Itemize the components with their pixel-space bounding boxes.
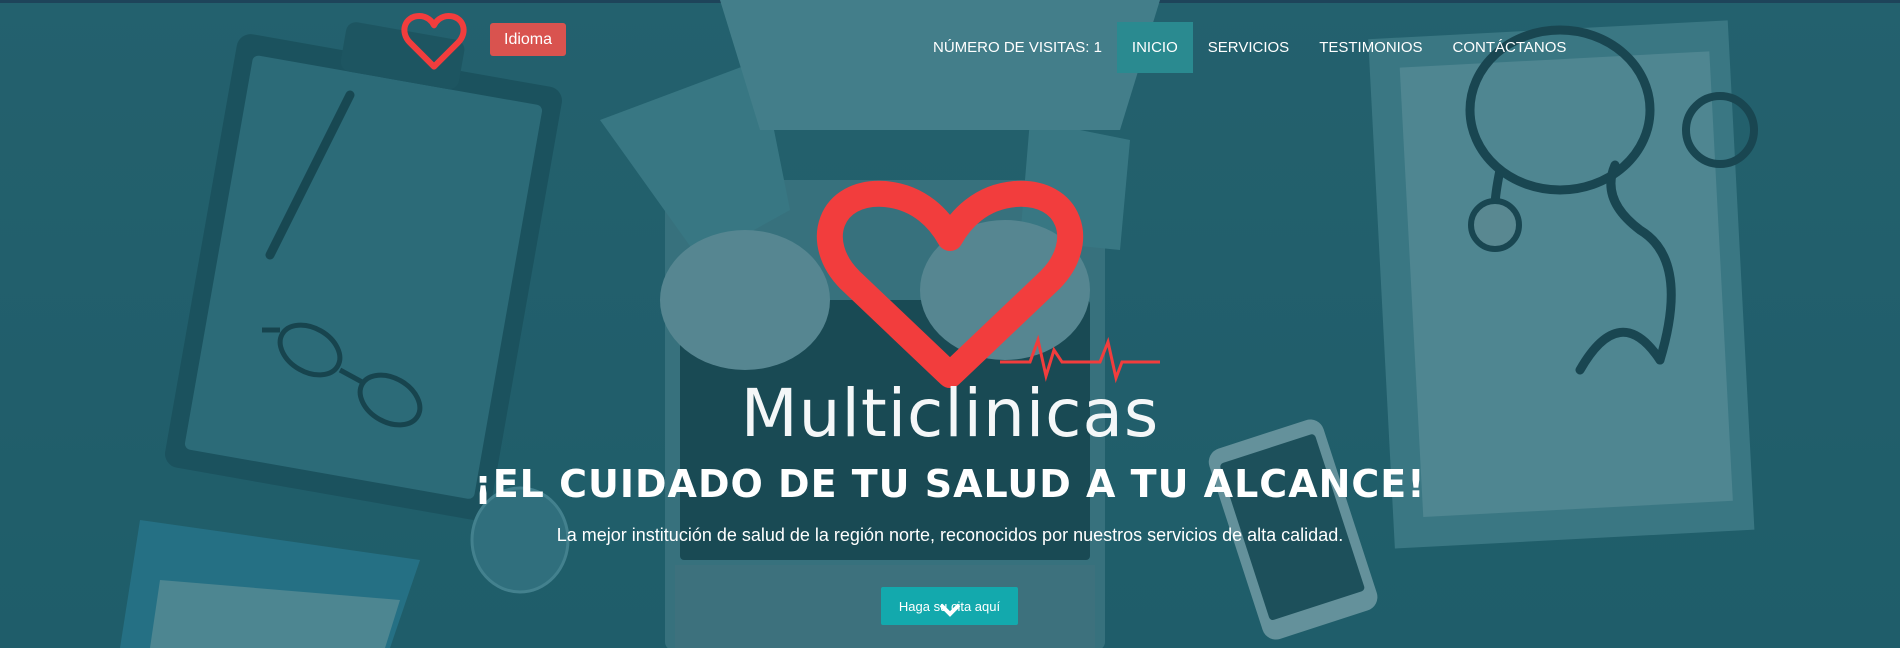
hero-section: Idioma NÚMERO DE VISITAS: 1 INICIO SERVI… [0,0,1900,648]
hero-headline: ¡EL CUIDADO DE TU SALUD A TU ALCANCE! [474,462,1426,506]
nav-item-testimonios[interactable]: TESTIMONIOS [1304,22,1437,73]
nav-item-inicio[interactable]: INICIO [1116,22,1193,73]
hero-subtitle: La mejor institución de salud de la regi… [556,525,1344,545]
chevron-down-icon[interactable] [939,603,961,617]
brand-name: Multiclinicas [740,375,1160,452]
heartbeat-line-icon [1000,334,1160,384]
nav-item-contactanos[interactable]: CONTÁCTANOS [1438,22,1582,73]
nav-item-visit-counter: NÚMERO DE VISITAS: 1 [933,39,1102,56]
main-nav: NÚMERO DE VISITAS: 1 INICIO SERVICIOS TE… [918,22,1581,73]
heart-logo-icon[interactable] [400,12,468,72]
nav-item-servicios[interactable]: SERVICIOS [1193,22,1304,73]
language-button[interactable]: Idioma [490,23,567,56]
